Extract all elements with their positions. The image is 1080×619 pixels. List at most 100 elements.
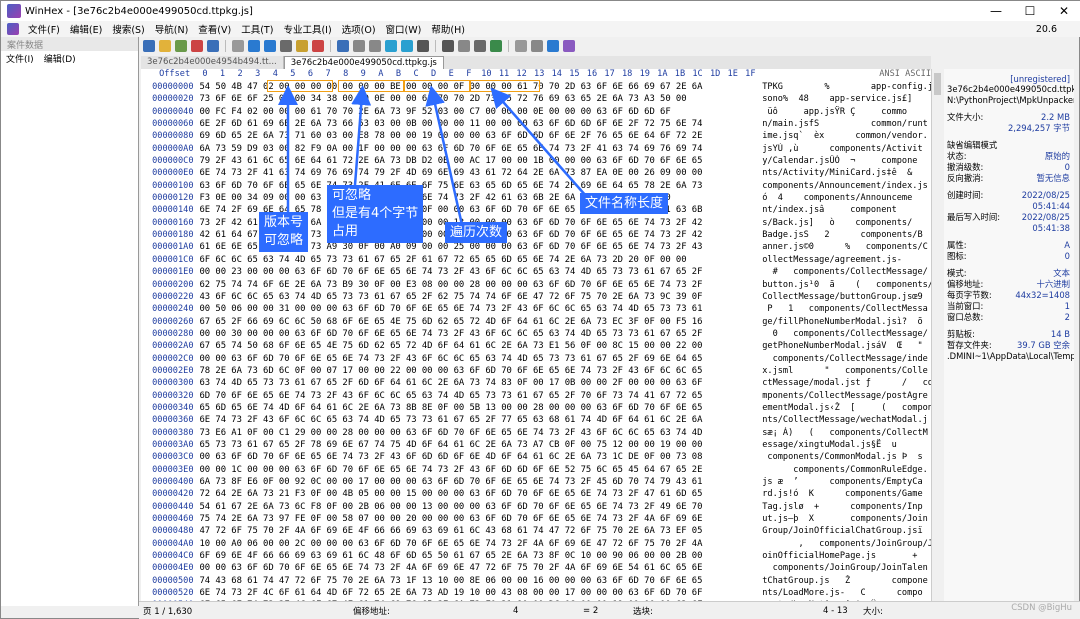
toolbar-button[interactable] [474,40,486,52]
hex-row-ascii[interactable]: ementModal.js‹Ž [ ( compone [762,402,931,414]
toolbar-button[interactable] [563,40,575,52]
hex-row-bytes[interactable]: 6A 73 59 D9 03 00 82 F9 0A 00 1F 00 00 0… [200,143,761,155]
hex-row-ascii[interactable]: nts/CollectMessage/wechatModal.j [762,414,931,426]
hex-row-ascii[interactable]: mponents/CollectMessage/postAgre [762,390,931,402]
hex-row-bytes[interactable]: 00 50 06 00 00 31 00 00 00 63 6F 6D 70 6… [200,303,761,315]
toolbar-button[interactable] [159,40,171,52]
hex-row-ascii[interactable]: ollectMessage/agreement.js- [762,254,931,266]
menu-file[interactable]: 文件(F) [23,22,65,36]
vertical-scrollbar[interactable] [931,69,943,601]
hex-row-ascii[interactable]: TPKG % app-config.j [762,81,931,93]
hex-row-ascii[interactable]: x.jsml " components/Colle [762,365,931,377]
hex-row-ascii[interactable]: ó 4 components/Announceme [762,192,931,204]
hex-row-ascii[interactable]: components/CommonRuleEdge. [762,464,931,476]
toolbar-button[interactable] [312,40,324,52]
hex-row-ascii[interactable]: ge/fillPhoneNumberModal.jsì? õ [762,316,931,328]
toolbar-button[interactable] [175,40,187,52]
hex-row-ascii[interactable]: anner.js©0 % components/C [762,241,931,253]
menu-window[interactable]: 窗口(W) [381,22,427,36]
hex-row-ascii[interactable]: üô app.jsŸR Ç commo [762,106,931,118]
hex-row-bytes[interactable]: 69 6D 65 2E 6A 73 71 60 03 00 E8 78 00 0… [200,130,761,142]
hex-row-ascii[interactable]: s/Back.js] ò components/ [762,217,931,229]
hex-row-ascii[interactable]: # components/CollectMessage/ [762,266,931,278]
toolbar-button[interactable] [385,40,397,52]
toolbar-button[interactable] [490,40,502,52]
hex-row-bytes[interactable]: 00 00 30 00 00 00 63 6F 6D 70 6F 6E 65 6… [200,328,761,340]
hex-row-bytes[interactable]: 79 2F 43 61 6C 65 6E 64 61 72 2E 6A 73 D… [200,155,761,167]
hex-row-bytes[interactable]: 74 43 68 61 74 47 72 6F 75 70 2E 6A 73 1… [200,575,761,587]
hex-row-bytes[interactable]: 6F 6C 6C 65 63 74 4D 65 73 73 61 67 65 2… [200,254,761,266]
hex-row-bytes[interactable]: 67 65 2F 66 69 6C 6C 50 68 6F 6E 65 4E 7… [200,316,761,328]
maximize-icon[interactable]: ☐ [1013,1,1047,21]
toolbar-button[interactable] [232,40,244,52]
toolbar-button[interactable] [353,40,365,52]
hex-row-bytes[interactable]: 73 6F 6E 6F 25 00 00 34 38 00 00 0E 00 0… [200,93,761,105]
close-icon[interactable]: ✕ [1047,1,1080,21]
hex-row-ascii[interactable]: P 1 components/CollectMessa [762,303,931,315]
toolbar-button[interactable] [369,40,381,52]
hex-row-ascii[interactable]: ctMessage/modal.jst ƒ / co [762,377,931,389]
hex-row-bytes[interactable]: 78 2E 6A 73 6D 6C 0F 00 07 17 00 00 22 0… [200,365,761,377]
menu-help[interactable]: 帮助(H) [426,22,470,36]
hex-row-ascii[interactable]: y/Calendar.jsÛÒ ¬ compone [762,155,931,167]
hex-row-ascii[interactable]: ut.js—þ X components/Join [762,513,931,525]
hex-row-ascii[interactable]: tChatGroup.js Ž compone [762,575,931,587]
hex-row-ascii[interactable]: button.js¹0 ã ( components/ [762,279,931,291]
toolbar-button[interactable] [515,40,527,52]
toolbar-button[interactable] [547,40,559,52]
hex-editor[interactable]: Offset 0 1 2 3 4 5 6 7 8 9 A B C D E F 10 11 12 13 14 15 16 17 1… [141,69,931,601]
menu-navigate[interactable]: 导航(N) [150,22,194,36]
hex-row-bytes[interactable]: 00 FC F4 02 00 00 00 61 70 70 2E 6A 73 9… [200,106,761,118]
hex-row-bytes[interactable]: 63 6F 6D 70 6F 6E 65 6E 74 73 2F 41 6E 6… [200,180,761,192]
hex-row-bytes[interactable]: 00 00 63 6F 6D 70 6F 6E 65 6E 74 73 2F 4… [200,562,761,574]
hex-row-bytes[interactable]: 6E 2F 6D 61 69 6E 2E 6A 73 66 53 03 00 0… [200,118,761,130]
toolbar-button[interactable] [337,40,349,52]
hex-row-bytes[interactable]: 47 72 6F 75 70 2F 4A 6F 69 6E 4F 66 66 6… [200,525,761,537]
hex-row-ascii[interactable]: sæ¡ Á) ( components/CollectM [762,427,931,439]
hex-row-ascii[interactable]: jsYÙ ,ù components/Activit [762,143,931,155]
hex-row-ascii[interactable]: components/CommonModal.js Þ s [762,451,931,463]
toolbar-button[interactable] [264,40,276,52]
hex-row-bytes[interactable]: 6D 70 6F 6E 65 6E 74 73 2F 43 6F 6C 6C 6… [200,390,761,402]
hex-row-ascii[interactable]: CollectMessage/buttonGroup.jsœ9 [762,291,931,303]
hex-row-ascii[interactable]: Tag.jslø + components/Inp [762,501,931,513]
hex-row-ascii[interactable]: ime.jsq` èx common/vendor. [762,130,931,142]
hex-row-bytes[interactable]: 54 61 67 2E 6A 73 6C F8 0F 00 2B 06 00 0… [200,501,761,513]
toolbar-button[interactable] [191,40,203,52]
hex-row-ascii[interactable]: Badge.jsS 2 components/B [762,229,931,241]
hex-row-ascii[interactable]: components/JoinGroup/JoinTalen [762,562,931,574]
case-menu-file[interactable]: 文件(I) [1,52,39,65]
hex-row-bytes[interactable]: 00 00 63 6F 6D 70 6F 6E 65 6E 74 73 2F 4… [200,353,761,365]
tab-file-1[interactable]: 3e76c2b4e000e4954b494.tt... [141,56,284,69]
hex-row-bytes[interactable]: 54 50 4B 47 02 00 00 00 00 00 00 00 BE 0… [200,81,761,93]
menu-pro-tools[interactable]: 专业工具(I) [278,22,336,36]
toolbar-button[interactable] [280,40,292,52]
hex-row-bytes[interactable]: 62 75 74 74 6F 6E 2E 6A 73 B9 30 0F 00 E… [200,279,761,291]
hex-row-ascii[interactable]: components/CollectMessage/inde [762,353,931,365]
toolbar-button[interactable] [442,40,454,52]
hex-row-bytes[interactable]: 6E 74 73 2F 43 6F 6C 6C 65 63 74 4D 65 7… [200,414,761,426]
toolbar-button[interactable] [458,40,470,52]
hex-row-bytes[interactable]: 6F 69 6E 4F 66 66 69 63 69 61 6C 48 6F 6… [200,550,761,562]
hex-row-bytes[interactable]: 00 00 23 00 00 00 63 6F 6D 70 6F 6E 65 6… [200,266,761,278]
menu-edit[interactable]: 编辑(E) [65,22,107,36]
toolbar-button[interactable] [248,40,260,52]
hex-row-ascii[interactable]: oinOfficialHomePage.js + [762,550,931,562]
hex-row-bytes[interactable]: 43 6F 6C 6C 65 63 74 4D 65 73 73 61 67 6… [200,291,761,303]
hex-row-ascii[interactable]: nts/Activity/MiniCard.js‡ê & [762,167,931,179]
hex-row-bytes[interactable]: 00 00 1C 00 00 00 63 6F 6D 70 6F 6E 65 6… [200,464,761,476]
toolbar-button[interactable] [531,40,543,52]
toolbar-button[interactable] [296,40,308,52]
menu-options[interactable]: 选项(O) [337,22,381,36]
hex-row-bytes[interactable]: 10 00 A0 06 00 00 2C 00 00 00 63 6F 6D 7… [200,538,761,550]
scrollbar-thumb[interactable] [934,73,941,95]
toolbar-button[interactable] [401,40,413,52]
hex-row-ascii[interactable]: nts/LoadMore.js- C compo [762,587,931,599]
hex-row-ascii[interactable]: Group/JoinOfficialChatGroup.jsï [762,525,931,537]
hex-row-bytes[interactable]: 6E 74 73 2F 41 63 74 69 76 69 74 79 2F 4… [200,167,761,179]
hex-row-ascii[interactable]: essage/xingtuModal.js§Ë u [762,439,931,451]
hex-row-bytes[interactable]: 75 74 2E 6A 73 97 FE 0F 00 58 07 00 00 2… [200,513,761,525]
hex-row-ascii[interactable]: js æ ’ components/EmptyCa [762,476,931,488]
hex-row-bytes[interactable]: 72 64 2E 6A 73 21 F3 0F 00 4B 05 00 00 1… [200,488,761,500]
hex-row-bytes[interactable]: 6A 73 8F E6 0F 00 92 0C 00 00 17 00 00 0… [200,476,761,488]
